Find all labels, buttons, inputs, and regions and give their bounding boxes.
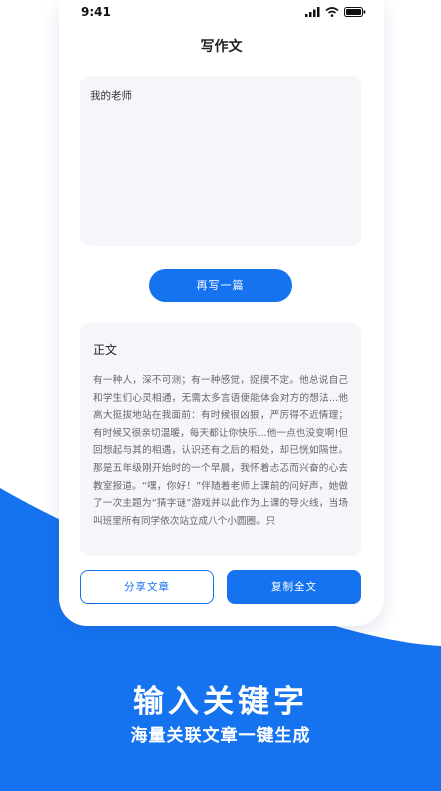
signal-icon — [305, 7, 320, 17]
result-body: 有一种人，深不可测；有一种感觉，捉摸不定。他总说自己和学生们心灵相通，无需太多言… — [93, 375, 348, 527]
keyword-input[interactable]: 我的老师 — [80, 76, 361, 246]
copy-all-button[interactable]: 复制全文 — [227, 570, 361, 604]
battery-icon — [344, 7, 366, 17]
promo-subheadline: 海量关联文章一键生成 — [130, 726, 311, 746]
promo-headline: 输入关键字 — [133, 684, 308, 720]
status-bar: 9:41 — [59, 0, 384, 28]
share-article-button[interactable]: 分享文章 — [80, 570, 214, 604]
rewrite-button[interactable]: 再写一篇 — [149, 269, 292, 302]
phone-mockup: 9:41 写作文 我的老师 再写一篇 正文 有一种人，深不可测；有一种感觉，捉摸… — [59, 0, 384, 626]
status-time: 9:41 — [81, 5, 111, 19]
result-title: 正文 — [93, 343, 118, 357]
page-title: 写作文 — [200, 39, 243, 55]
wifi-icon — [325, 7, 339, 17]
result-card[interactable]: 正文 有一种人，深不可测；有一种感觉，捉摸不定。他总说自己和学生们心灵相通，无需… — [80, 323, 361, 556]
